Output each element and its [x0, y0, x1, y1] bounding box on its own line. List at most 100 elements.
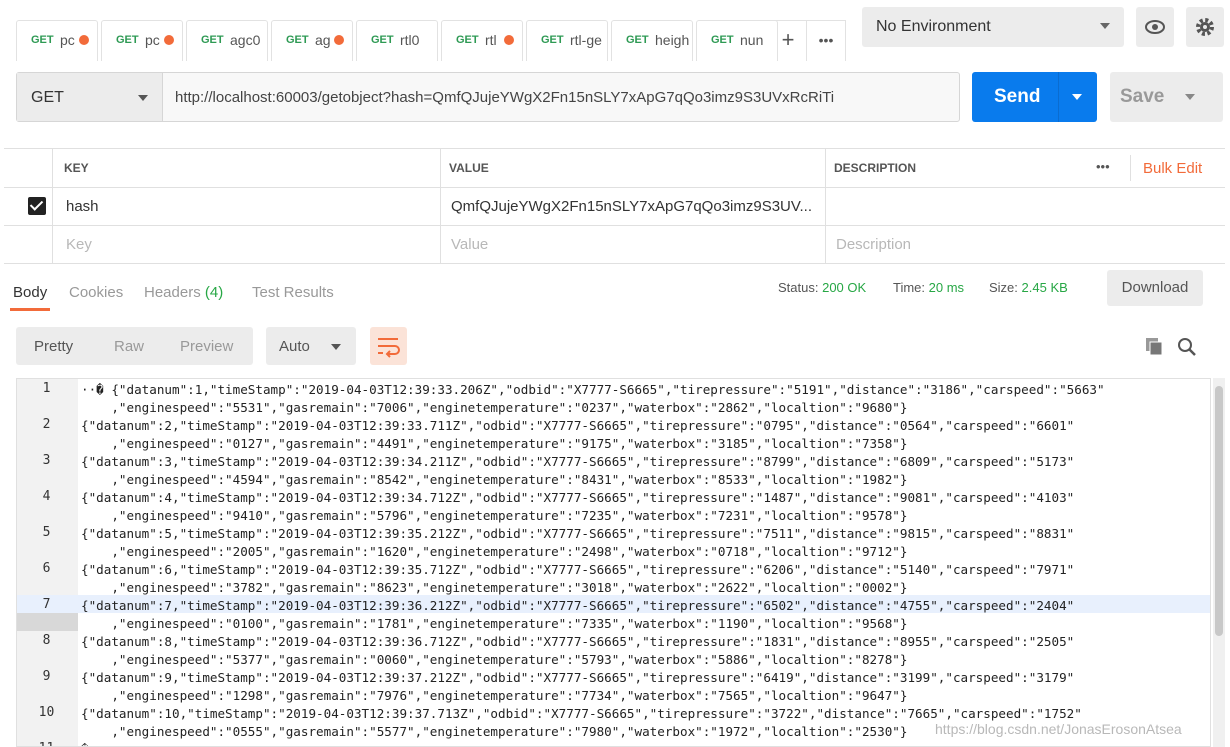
chevron-down-icon — [1100, 23, 1110, 29]
request-tab[interactable]: GET ag — [271, 20, 353, 61]
line-number: 5 — [42, 525, 51, 540]
size-value: 2.45 KB — [1021, 280, 1068, 295]
request-tab[interactable]: GET agc0 — [186, 20, 268, 61]
more-tabs-icon[interactable]: ••• — [806, 20, 846, 61]
request-tab[interactable]: GET pc — [101, 20, 183, 61]
code-line: {"datanum":4,"timeStamp":"2019-04-03T12:… — [81, 490, 1075, 505]
params-table: KEY VALUE DESCRIPTION ••• Bulk Edit hash… — [4, 148, 1225, 264]
tab-method: GET — [456, 34, 479, 46]
request-tab[interactable]: GET rtl-ge — [526, 20, 608, 61]
bulk-edit-link[interactable]: Bulk Edit — [1143, 160, 1202, 177]
headers-count-badge: (4) — [204, 284, 224, 301]
tab-headers[interactable]: Headers (4) — [144, 284, 223, 301]
code-line: {"datanum":9,"timeStamp":"2019-04-03T12:… — [81, 670, 1075, 685]
send-options-chevron-icon[interactable] — [1072, 94, 1082, 100]
value-column-header: VALUE — [449, 161, 489, 175]
tab-name: rtl-ge — [570, 32, 602, 48]
wrap-lines-icon[interactable] — [370, 327, 407, 365]
tab-name: rtl — [485, 32, 497, 48]
preview-mode-button[interactable]: Preview — [180, 338, 233, 355]
tab-name: nun — [740, 32, 764, 48]
description-column-header: DESCRIPTION — [834, 161, 917, 175]
tab-method: GET — [711, 34, 734, 46]
code-line-wrapped: ,"enginespeed":"4594","gasremain":"8542"… — [81, 472, 908, 487]
vertical-scrollbar[interactable] — [1213, 378, 1225, 747]
request-tab[interactable]: GET heigh — [611, 20, 693, 61]
code-line-wrapped: ,"enginespeed":"0127","gasremain":"4491"… — [81, 436, 908, 451]
time-value: 20 ms — [928, 280, 965, 295]
save-options-chevron-icon[interactable] — [1185, 94, 1195, 100]
tab-test-results[interactable]: Test Results — [252, 284, 334, 301]
new-key-input[interactable]: Key — [66, 236, 92, 253]
line-number: 8 — [42, 633, 51, 648]
params-header-row: KEY VALUE DESCRIPTION ••• Bulk Edit — [4, 149, 1225, 188]
param-enabled-checkbox[interactable] — [28, 197, 46, 215]
environment-select[interactable]: No Environment — [862, 7, 1124, 47]
download-button[interactable]: Download — [1107, 270, 1203, 306]
code-line: {"datanum":3,"timeStamp":"2019-04-03T12:… — [81, 454, 1075, 469]
tab-method: GET — [116, 34, 139, 46]
line-number: 3 — [42, 453, 51, 468]
code-line-wrapped: ,"enginespeed":"3782","gasremain":"8623"… — [81, 580, 908, 595]
copy-icon[interactable] — [1144, 336, 1166, 358]
watermark: https://blog.csdn.net/JonasErosonAtsea — [935, 721, 1182, 737]
tab-name: agc0 — [230, 32, 261, 48]
param-key-input[interactable]: hash — [66, 198, 99, 215]
method-select[interactable]: GET — [17, 73, 163, 121]
tab-name: ag — [315, 32, 331, 48]
code-line: ··� {"datanum":1,"timeStamp":"2019-04-03… — [81, 382, 1105, 397]
environment-label: No Environment — [876, 18, 991, 35]
tab-method: GET — [626, 34, 649, 46]
tab-name: heigh — [655, 32, 690, 48]
save-label: Save — [1120, 86, 1165, 107]
tab-headers-label: Headers — [144, 284, 201, 301]
code-line: � — [81, 741, 89, 746]
more-options-icon[interactable]: ••• — [1096, 159, 1110, 174]
new-value-input[interactable]: Value — [451, 236, 488, 253]
request-tab[interactable]: GET pc — [16, 20, 98, 61]
status-info: Status: 200 OK — [778, 280, 866, 295]
line-number: 11 — [17, 741, 76, 746]
code-line: {"datanum":5,"timeStamp":"2019-04-03T12:… — [81, 526, 1075, 541]
param-description-input[interactable] — [825, 187, 1225, 225]
unsaved-dot-icon — [334, 35, 344, 45]
eye-icon[interactable] — [1136, 7, 1174, 47]
send-button[interactable]: Send — [972, 72, 1097, 122]
search-icon[interactable] — [1176, 336, 1198, 358]
url-input[interactable]: http://localhost:60003/getobject?hash=Qm… — [175, 89, 834, 106]
save-button[interactable]: Save — [1110, 72, 1223, 122]
request-tab[interactable]: GET rtl0 — [356, 20, 438, 61]
tab-cookies[interactable]: Cookies — [69, 284, 123, 301]
line-number: 1 — [42, 381, 51, 396]
pretty-mode-button[interactable]: Pretty — [34, 338, 73, 355]
unsaved-dot-icon — [164, 35, 174, 45]
tab-name: pc — [145, 32, 160, 48]
method-label: GET — [31, 89, 64, 106]
chevron-down-icon — [331, 344, 341, 350]
send-label: Send — [994, 86, 1041, 107]
line-number: 9 — [42, 669, 51, 684]
line-number: 2 — [42, 417, 51, 432]
line-number: 6 — [42, 561, 51, 576]
response-body-editor[interactable]: 1 ··� {"datanum":1,"timeStamp":"2019-04-0… — [16, 378, 1211, 747]
size-info: Size: 2.45 KB — [989, 280, 1068, 295]
new-description-input[interactable]: Description — [836, 236, 911, 253]
param-value-input[interactable]: QmfQJujeYWgX2Fn15nSLY7xApG7qQo3imz9S3UV.… — [451, 198, 812, 215]
key-column-header: KEY — [64, 161, 89, 175]
format-select[interactable]: Auto — [266, 327, 356, 365]
active-tab-indicator — [10, 308, 50, 311]
code-line-wrapped: ,"enginespeed":"5377","gasremain":"0060"… — [81, 652, 908, 667]
time-info: Time: 20 ms — [893, 280, 964, 295]
tab-name: pc — [60, 32, 75, 48]
request-bar: GET http://localhost:60003/getobject?has… — [16, 72, 960, 122]
time-label: Time: — [893, 280, 926, 295]
request-tab[interactable]: GET rtl — [441, 20, 523, 61]
gear-icon[interactable] — [1186, 7, 1224, 47]
code-line-wrapped: ,"enginespeed":"2005","gasremain":"1620"… — [81, 544, 908, 559]
tab-body[interactable]: Body — [13, 284, 47, 301]
request-tab[interactable]: GET nun — [696, 20, 778, 61]
code-line-wrapped: ,"enginespeed":"5531","gasremain":"7006"… — [81, 400, 908, 415]
code-line-wrapped: ,"enginespeed":"0555","gasremain":"5577"… — [81, 724, 908, 739]
line-number: 7 — [42, 597, 51, 612]
raw-mode-button[interactable]: Raw — [114, 338, 144, 355]
